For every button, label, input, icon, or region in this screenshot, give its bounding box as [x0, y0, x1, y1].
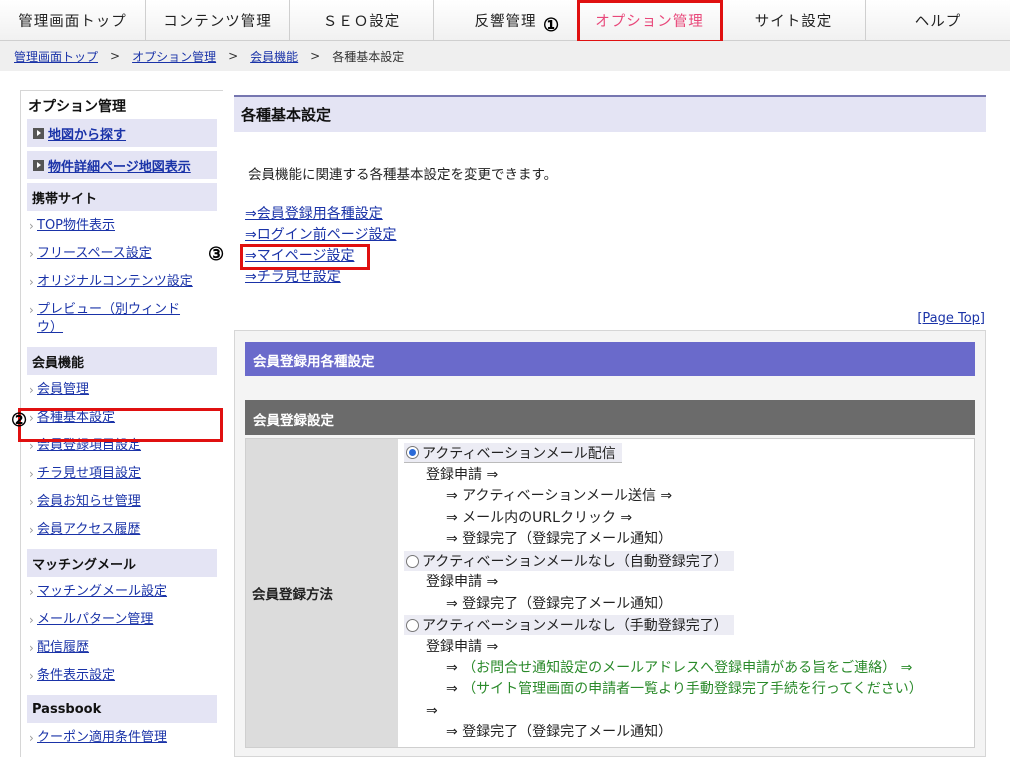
page-description: 会員機能に関連する各種基本設定を変更できます。 [248, 167, 558, 183]
nav-tab-contents[interactable]: コンテンツ管理 [146, 0, 290, 40]
flow-line: ⇒ （サイト管理画面の申請者一覧より手動登録完了手続を行ってください） [446, 679, 923, 699]
page-top-link: [Page Top] [917, 311, 985, 326]
section-link-list: ⇒会員登録用各種設定 ⇒ログイン前ページ設定 ⇒マイページ設定 ⇒チラ見せ設定 [245, 204, 396, 288]
radio-unchecked-icon[interactable] [406, 554, 419, 568]
nav-tab-help[interactable]: ヘルプ [866, 0, 1010, 40]
breadcrumb-separator: > [310, 49, 321, 63]
breadcrumb-link-options[interactable]: オプション管理 [132, 48, 216, 65]
sidebar-item-condition-display[interactable]: 条件表示設定 [27, 667, 217, 685]
sidebar-item-label[interactable]: 配信履歴 [37, 640, 89, 655]
sidebar-item-original-contents[interactable]: オリジナルコンテンツ設定 [27, 273, 217, 291]
sidebar-button-label[interactable]: 地図から探す [48, 124, 126, 143]
play-square-icon [33, 159, 44, 171]
sidebar-item-label[interactable]: 会員管理 [37, 382, 89, 397]
field-label-registration-method: 会員登録方法 [246, 439, 398, 747]
flow-note: （サイト管理画面の申請者一覧より手動登録完了手続を行ってください） [462, 681, 923, 697]
sidebar-item-label[interactable]: マッチングメール設定 [37, 584, 167, 599]
flow-line: ⇒ 登録完了（登録完了メール通知） [446, 531, 673, 547]
sidebar-title: オプション管理 [28, 99, 126, 115]
sidebar-section-passbook: Passbook [27, 695, 217, 723]
sidebar-item-matching-settings[interactable]: マッチングメール設定 [27, 583, 217, 601]
link-pre-login-page-settings[interactable]: ⇒ログイン前ページ設定 [245, 225, 396, 246]
radio-label: アクティベーションメールなし（自動登録完了） [422, 554, 728, 570]
sidebar-button-detail-map[interactable]: 物件詳細ページ地図表示 [27, 151, 217, 179]
radio-label: アクティベーションメール配信 [422, 445, 616, 462]
panel-header: 会員登録用各種設定 [245, 342, 975, 376]
annotation-number-3: ③ [208, 244, 225, 265]
flow-line: ⇒ メール内のURLクリック ⇒ [446, 510, 633, 526]
breadcrumb-link-member[interactable]: 会員機能 [250, 48, 298, 65]
link-preview-settings[interactable]: ⇒チラ見せ設定 [245, 267, 396, 288]
breadcrumb-separator: > [228, 49, 239, 63]
flow-arrow: ⇒ [446, 681, 458, 697]
sidebar-item-label[interactable]: フリースペース設定 [37, 246, 152, 261]
nav-tab-seo[interactable]: ＳＥＯ設定 [290, 0, 434, 40]
sidebar-item-registration-fields[interactable]: 会員登録項目設定 [27, 437, 217, 455]
link-mypage-settings[interactable]: ⇒マイページ設定 [245, 246, 396, 267]
sidebar-item-member-management[interactable]: 会員管理 [27, 381, 217, 399]
sidebar-item-label[interactable]: 各種基本設定 [37, 410, 115, 425]
sidebar-item-label[interactable]: 会員お知らせ管理 [37, 494, 141, 509]
flow-line: 登録申請 ⇒ [426, 639, 499, 655]
radio-option-auto-registration[interactable]: アクティベーションメールなし（自動登録完了） [404, 551, 734, 571]
sidebar-item-label[interactable]: オリジナルコンテンツ設定 [37, 274, 193, 289]
sidebar-item-member-notices[interactable]: 会員お知らせ管理 [27, 493, 217, 511]
link-registration-settings[interactable]: ⇒会員登録用各種設定 [245, 204, 396, 225]
sidebar-section-mobile: 携帯サイト [27, 183, 217, 211]
radio-unchecked-icon[interactable] [406, 618, 419, 632]
sidebar-item-label[interactable]: クーポン適用条件管理 [37, 730, 167, 745]
sidebar-item-label[interactable]: TOP物件表示 [37, 218, 115, 233]
sidebar-item-free-space[interactable]: フリースペース設定 [27, 245, 217, 263]
top-navigation: 管理画面トップ コンテンツ管理 ＳＥＯ設定 反響管理 オプション管理 サイト設定… [0, 0, 1010, 41]
flow-line: 登録申請 ⇒ [426, 467, 499, 483]
registration-method-options: アクティベーションメール配信 登録申請 ⇒ ⇒ アクティベーションメール送信 ⇒… [398, 439, 974, 747]
page-top-anchor[interactable]: [Page Top] [917, 311, 985, 326]
breadcrumb: 管理画面トップ > オプション管理 > 会員機能 > 各種基本設定 [0, 41, 1010, 71]
sidebar-item-label[interactable]: チラ見せ項目設定 [37, 466, 141, 481]
breadcrumb-separator: > [110, 49, 121, 63]
flow-note: （お問合せ通知設定のメールアドレスへ登録申請がある旨をご連絡） ⇒ [462, 660, 913, 676]
sidebar-item-label[interactable]: 条件表示設定 [37, 668, 115, 683]
radio-label: アクティベーションメールなし（手動登録完了） [422, 618, 728, 634]
sidebar-item-coupon-conditions[interactable]: クーポン適用条件管理 [27, 729, 217, 747]
registration-method-table: 会員登録方法 アクティベーションメール配信 登録申請 ⇒ ⇒ アクティベーション… [245, 438, 975, 748]
sidebar-button-label[interactable]: 物件詳細ページ地図表示 [48, 156, 191, 175]
flow-line: ⇒ 登録完了（登録完了メール通知） [446, 596, 673, 612]
breadcrumb-link-admin-top[interactable]: 管理画面トップ [14, 48, 98, 65]
flow-line: ⇒ アクティベーションメール送信 ⇒ [446, 488, 673, 504]
sidebar-item-top-property[interactable]: TOP物件表示 [27, 217, 217, 235]
annotation-number-2: ② [11, 410, 28, 431]
settings-panel: 会員登録用各種設定 会員登録設定 会員登録方法 アクティベーションメール配信 登… [234, 330, 986, 757]
sidebar-item-preview-fields[interactable]: チラ見せ項目設定 [27, 465, 217, 483]
page-title: 各種基本設定 [234, 95, 986, 132]
flow-line: 登録申請 ⇒ [426, 574, 499, 590]
flow-line: ⇒ 登録完了（登録完了メール通知） [446, 724, 673, 740]
sidebar-item-basic-settings[interactable]: 各種基本設定 [27, 409, 217, 427]
sidebar-item-access-history[interactable]: 会員アクセス履歴 [27, 521, 217, 539]
sidebar-item-label[interactable]: プレビュー（別ウィンドウ） [37, 302, 180, 335]
nav-tab-site-settings[interactable]: サイト設定 [722, 0, 866, 40]
sidebar-button-map-search[interactable]: 地図から探す [27, 119, 217, 147]
sidebar-item-delivery-history[interactable]: 配信履歴 [27, 639, 217, 657]
nav-tab-options[interactable]: オプション管理 [578, 0, 722, 40]
flow-line: ⇒ [426, 703, 438, 719]
flow-arrow: ⇒ [446, 660, 458, 676]
radio-option-manual-registration[interactable]: アクティベーションメールなし（手動登録完了） [404, 615, 734, 635]
sidebar: オプション管理 地図から探す 物件詳細ページ地図表示 携帯サイト TOP物件表示… [20, 90, 223, 757]
sidebar-item-preview[interactable]: プレビュー（別ウィンドウ） [27, 301, 187, 337]
play-square-icon [33, 127, 44, 139]
sidebar-item-mail-patterns[interactable]: メールパターン管理 [27, 611, 217, 629]
nav-tab-admin-top[interactable]: 管理画面トップ [0, 0, 146, 40]
sidebar-item-label[interactable]: メールパターン管理 [37, 612, 153, 627]
radio-option-activation-mail[interactable]: アクティベーションメール配信 [404, 443, 622, 463]
annotation-number-1: ① [543, 15, 560, 36]
flow-line: ⇒ （お問合せ通知設定のメールアドレスへ登録申請がある旨をご連絡） ⇒ [446, 658, 912, 678]
sidebar-item-label[interactable]: 会員アクセス履歴 [37, 522, 140, 537]
radio-checked-icon[interactable] [406, 446, 419, 459]
sub-section-header: 会員登録設定 [245, 400, 975, 435]
sidebar-item-label[interactable]: 会員登録項目設定 [37, 438, 141, 453]
sidebar-section-matching-mail: マッチングメール [27, 549, 217, 577]
breadcrumb-current: 各種基本設定 [332, 49, 405, 64]
sidebar-section-member: 会員機能 [27, 347, 217, 375]
